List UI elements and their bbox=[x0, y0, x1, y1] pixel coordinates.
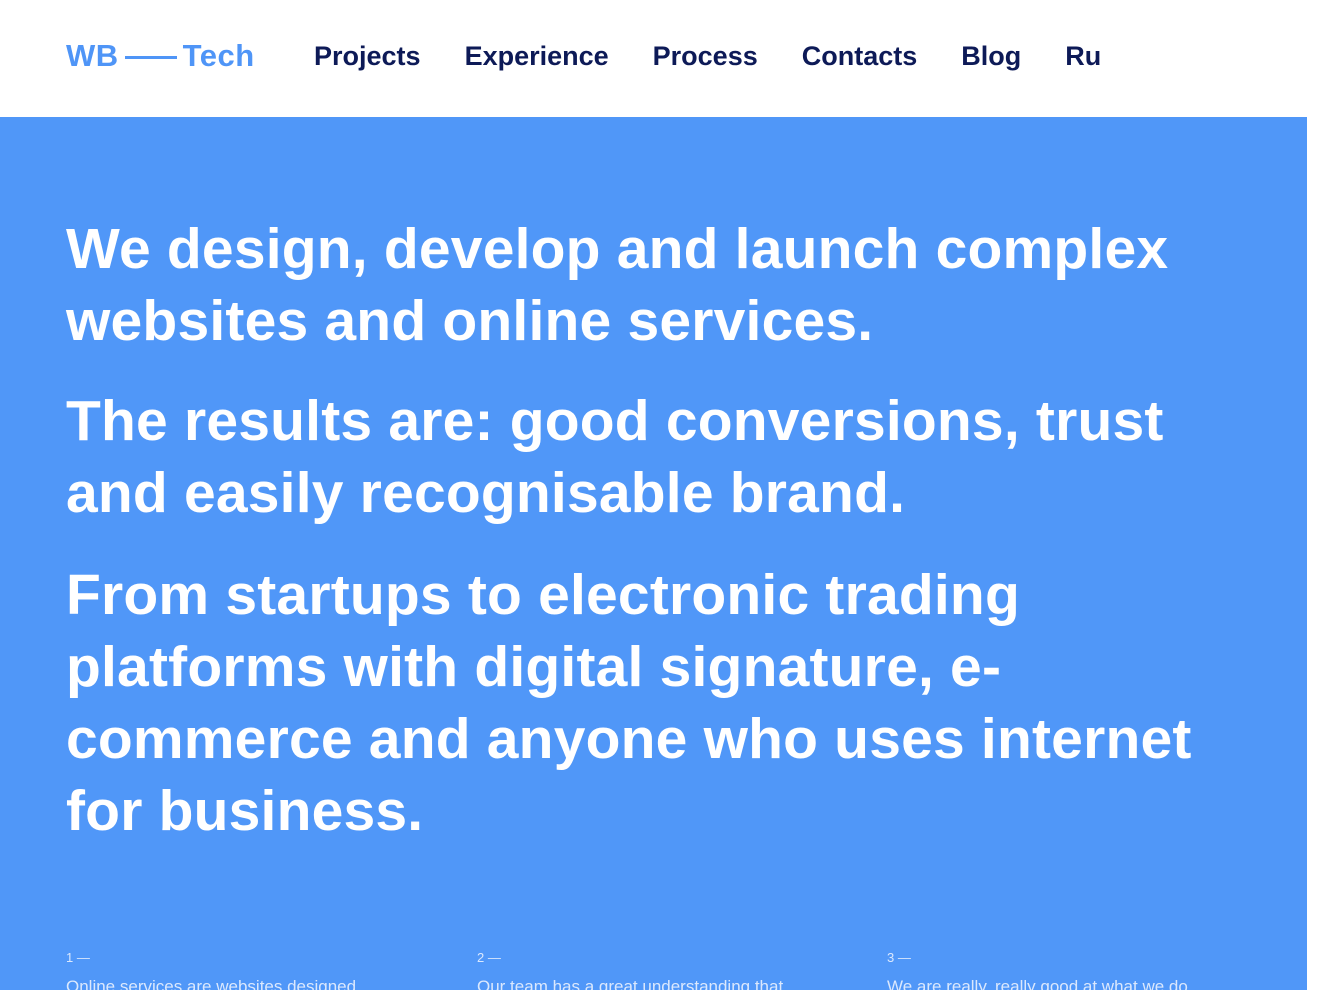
main-nav: Projects Experience Process Contacts Blo… bbox=[314, 36, 1145, 76]
site-logo[interactable]: WB Tech bbox=[66, 36, 255, 76]
feature-number: 1 — bbox=[66, 950, 90, 965]
feature-number: 3 — bbox=[887, 950, 911, 965]
feature-item: 1 — Online services are websites designe… bbox=[66, 950, 426, 990]
hero-statement-design: We design, develop and launch complex we… bbox=[66, 217, 1169, 353]
nav-link-contacts[interactable]: Contacts bbox=[802, 41, 918, 72]
feature-text: Our team has a great understanding that bbox=[477, 977, 784, 990]
logo-dash bbox=[124, 55, 177, 59]
nav-link-process[interactable]: Process bbox=[653, 41, 758, 72]
hero-section: We design, develop and launch complex we… bbox=[0, 117, 1307, 990]
hero-statement-results: The results are: good conversions, trust… bbox=[66, 389, 1164, 525]
hero-statement-clients: From startups to electronic trading plat… bbox=[66, 563, 1192, 843]
nav-link-projects[interactable]: Projects bbox=[314, 41, 421, 72]
logo-text-right: Tech bbox=[182, 38, 255, 73]
feature-number: 2 — bbox=[477, 950, 501, 965]
feature-item: 2 — Our team has a great understanding t… bbox=[477, 950, 837, 990]
language-switch-ru[interactable]: Ru bbox=[1065, 41, 1101, 72]
feature-item: 3 — We are really, really good at what w… bbox=[887, 950, 1247, 990]
nav-link-blog[interactable]: Blog bbox=[961, 41, 1021, 72]
nav-link-experience[interactable]: Experience bbox=[465, 41, 609, 72]
logo-text-left: WB bbox=[66, 38, 119, 73]
feature-text: Online services are websites designed bbox=[66, 977, 357, 990]
feature-text: We are really, really good at what we do bbox=[887, 977, 1188, 990]
site-header: WB Tech Projects Experience Process Cont… bbox=[0, 0, 1320, 117]
page-right-gutter bbox=[1307, 117, 1320, 990]
